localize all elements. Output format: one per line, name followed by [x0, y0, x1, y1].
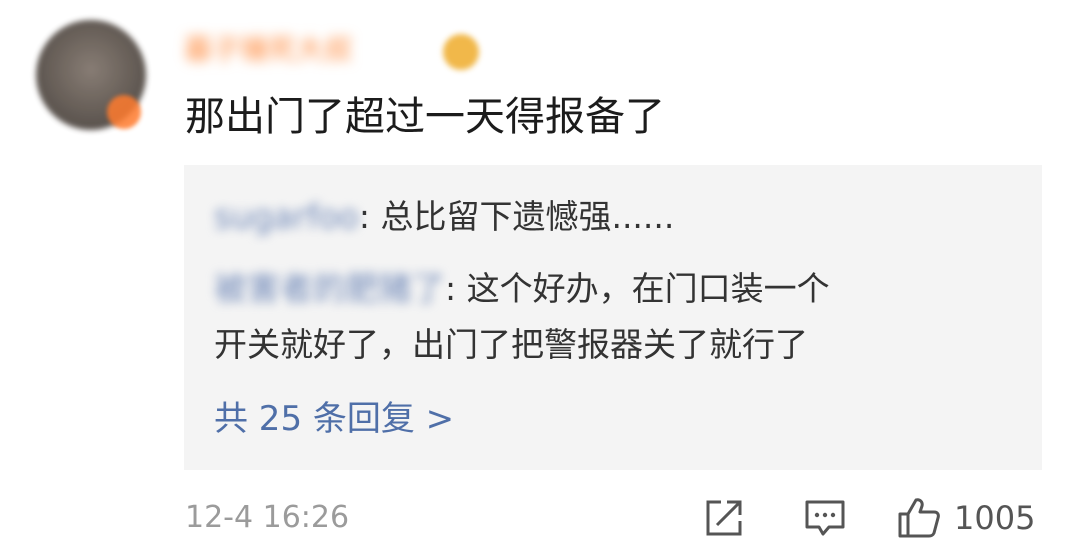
- comment-button[interactable]: [803, 496, 847, 540]
- replies-panel: sugarfoo: 总比留下遗憾强...... 被害者的肥猪了: 这个好办，在门…: [184, 165, 1042, 470]
- reply-username[interactable]: sugarfoo: [214, 195, 359, 239]
- comment-text: 那出门了超过一天得报备了: [185, 94, 665, 140]
- share-button[interactable]: [703, 496, 745, 540]
- username[interactable]: 暮子锤死大叔: [184, 30, 444, 70]
- view-more-replies-link[interactable]: 共 25 条回复 >: [214, 397, 454, 441]
- avatar-badge: [107, 95, 141, 129]
- share-icon: [706, 500, 742, 536]
- reply-item: sugarfoo: 总比留下遗憾强......: [214, 195, 674, 239]
- comment-icon: [805, 500, 845, 536]
- like-count: 1005: [954, 499, 1036, 537]
- reply-text: : 总比留下遗憾强......: [358, 197, 675, 236]
- reply-item: 被害者的肥猪了: 这个好办，在门口装一个: [214, 267, 830, 311]
- like-button[interactable]: 1005: [896, 496, 1035, 540]
- reply-username[interactable]: 被害者的肥猪了: [214, 267, 445, 311]
- reply-text-continued: 开关就好了，出门了把警报器关了就行了: [214, 325, 808, 364]
- thumbs-up-icon: [898, 498, 940, 538]
- reply-text: : 这个好办，在门口装一个: [445, 269, 830, 308]
- timestamp: 12-4 16:26: [185, 500, 350, 535]
- verified-badge-icon: [443, 34, 479, 70]
